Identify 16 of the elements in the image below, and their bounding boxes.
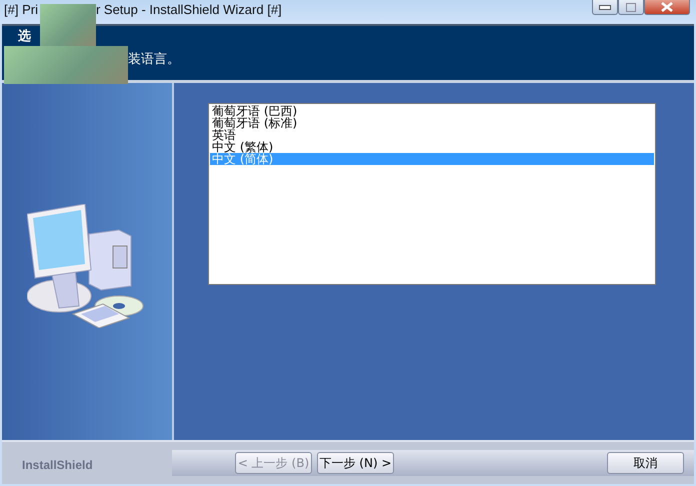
window-title: [#] Pri bbox=[3, 1, 38, 19]
language-list[interactable]: 葡萄牙语 (巴西) 葡萄牙语 (标准) 英语 中文 (繁体) 中文 (简体) bbox=[208, 103, 656, 285]
close-button[interactable] bbox=[644, 0, 690, 15]
minimize-button[interactable] bbox=[592, 0, 618, 15]
language-item[interactable]: 中文 (繁体) bbox=[210, 141, 654, 153]
language-item[interactable]: 英语 bbox=[210, 129, 654, 141]
window-title: r Setup - InstallShield Wizard [#] bbox=[94, 1, 282, 19]
installshield-logo: InstallShield bbox=[22, 458, 93, 472]
language-item[interactable]: 葡萄牙语 (标准) bbox=[210, 117, 654, 129]
next-button[interactable]: 下一步 (N) > bbox=[317, 452, 394, 474]
close-icon bbox=[660, 2, 674, 12]
cancel-button[interactable]: 取消 bbox=[607, 452, 684, 474]
maximize-button[interactable] bbox=[618, 0, 644, 15]
header-title: 选 bbox=[18, 28, 32, 46]
header-subtitle: 装语言。 bbox=[128, 51, 180, 69]
language-item[interactable]: 葡萄牙语 (巴西) bbox=[210, 105, 654, 117]
